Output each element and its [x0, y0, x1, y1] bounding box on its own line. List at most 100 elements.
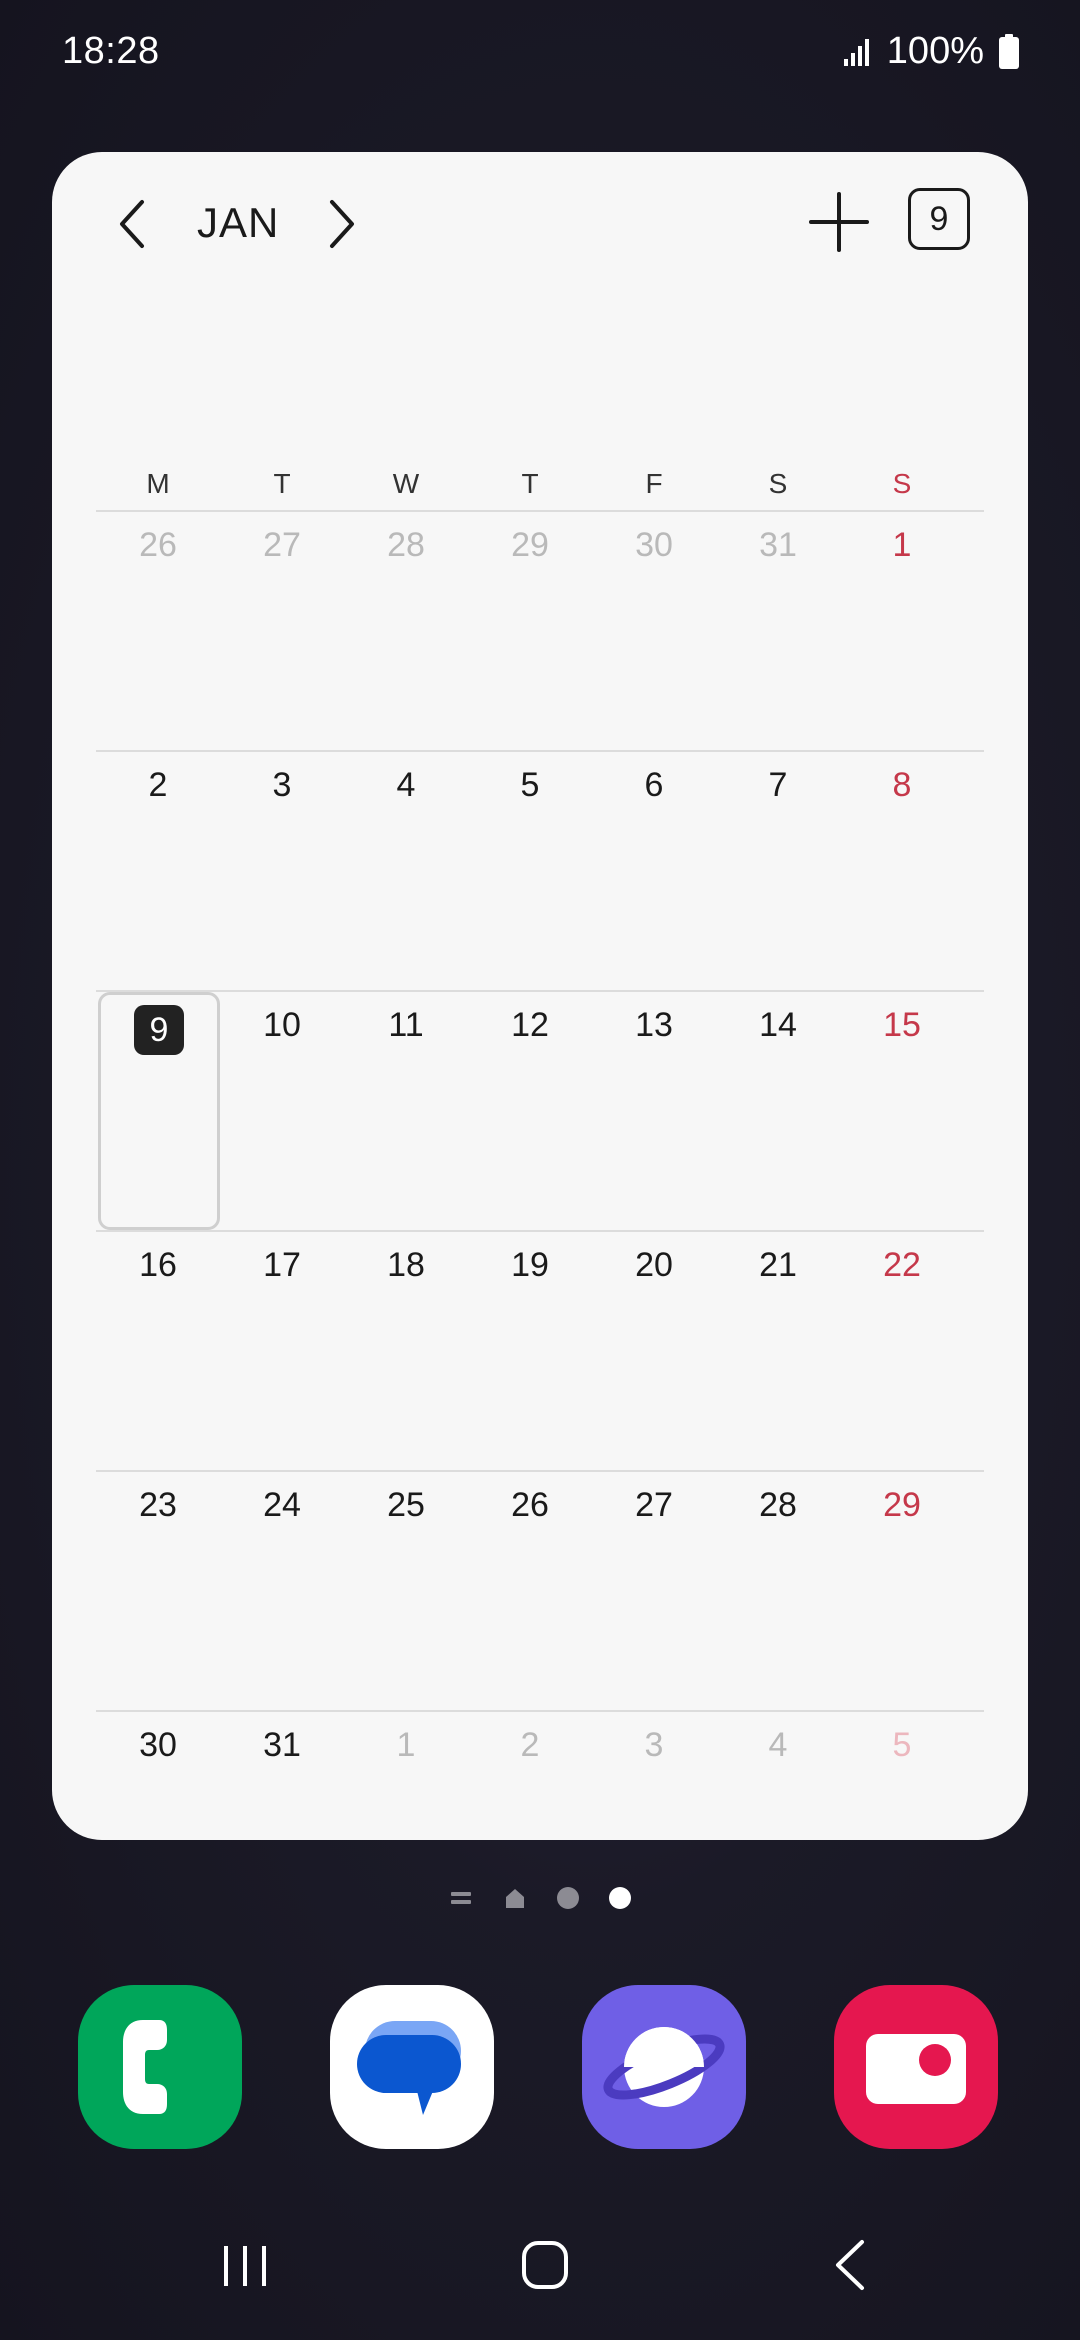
- previous-month-button[interactable]: [112, 196, 152, 252]
- day-cell[interactable]: 26: [96, 512, 220, 750]
- back-icon[interactable]: [830, 2238, 870, 2292]
- day-number: 11: [388, 1006, 424, 1044]
- day-number: 18: [387, 1246, 425, 1284]
- day-number: 27: [263, 526, 301, 564]
- weekday-label: T: [273, 468, 291, 499]
- day-number: 8: [892, 766, 912, 804]
- day-cell[interactable]: 26: [468, 1472, 592, 1710]
- week-row: 23 24 25 26 27 28 29: [96, 1470, 984, 1710]
- page-indicator[interactable]: [0, 1880, 1080, 1916]
- day-number: 4: [396, 766, 416, 804]
- day-cell[interactable]: 6: [592, 752, 716, 990]
- day-cell-today[interactable]: 9: [98, 992, 220, 1230]
- day-cell[interactable]: 28: [716, 1472, 840, 1710]
- day-cell[interactable]: 10: [220, 992, 344, 1230]
- day-number: 3: [272, 766, 292, 804]
- today-button[interactable]: 9: [908, 188, 970, 250]
- add-event-button[interactable]: [807, 190, 871, 254]
- day-number: 5: [520, 766, 540, 804]
- day-cell[interactable]: 21: [716, 1232, 840, 1470]
- day-cell[interactable]: 16: [96, 1232, 220, 1470]
- week-row: 9 10 11 12 13 14 15: [96, 990, 984, 1230]
- day-cell[interactable]: 27: [220, 512, 344, 750]
- day-number: 29: [511, 526, 549, 564]
- day-number: 10: [263, 1006, 301, 1044]
- day-number: 30: [635, 526, 673, 564]
- weekday-label: T: [521, 468, 539, 499]
- apps-list-icon: [451, 1892, 471, 1904]
- status-bar: 18:28 100%: [0, 0, 1080, 110]
- day-number: 3: [644, 1726, 664, 1764]
- day-cell[interactable]: 12: [468, 992, 592, 1230]
- day-number: 15: [883, 1006, 921, 1044]
- battery-percent: 100%: [886, 30, 984, 72]
- day-cell[interactable]: 27: [592, 1472, 716, 1710]
- day-cell[interactable]: 13: [592, 992, 716, 1230]
- day-number: 29: [883, 1486, 921, 1524]
- day-number: 27: [635, 1486, 673, 1524]
- calendar-header: JAN 9: [52, 152, 1028, 292]
- battery-icon: [999, 33, 1019, 69]
- weekday-label: F: [645, 468, 663, 499]
- day-number: 28: [759, 1486, 797, 1524]
- calendar-widget[interactable]: JAN 9 MTWTFSS 26 27 28 29 30 31 1 2 3 4 5 6 7 8 9 10 11 1…: [52, 152, 1028, 1840]
- day-cell[interactable]: 18: [344, 1232, 468, 1470]
- messages-app[interactable]: [330, 1985, 494, 2149]
- day-cell[interactable]: 23: [96, 1472, 220, 1710]
- day-cell[interactable]: 14: [716, 992, 840, 1230]
- day-number: 22: [883, 1246, 921, 1284]
- home-icon[interactable]: [520, 2238, 570, 2292]
- day-number: 2: [148, 766, 168, 804]
- day-cell[interactable]: 1: [840, 512, 964, 750]
- recent-apps-icon[interactable]: [220, 2240, 270, 2290]
- day-cell[interactable]: 17: [220, 1232, 344, 1470]
- day-cell[interactable]: 7: [716, 752, 840, 990]
- day-cell[interactable]: 4: [344, 752, 468, 990]
- day-cell[interactable]: 31: [716, 512, 840, 750]
- day-number: 14: [759, 1006, 797, 1044]
- day-number: 6: [644, 766, 664, 804]
- day-number: 1: [892, 526, 912, 564]
- phone-app[interactable]: [78, 1985, 242, 2149]
- home-page-icon: [506, 1889, 524, 1908]
- day-cell[interactable]: 19: [468, 1232, 592, 1470]
- day-cell[interactable]: 29: [840, 1472, 964, 1710]
- day-cell[interactable]: 8: [840, 752, 964, 990]
- week-row: 16 17 18 19 20 21 22: [96, 1230, 984, 1470]
- day-cell[interactable]: 5: [468, 752, 592, 990]
- weekday-label: S: [892, 468, 912, 499]
- month-grid: 26 27 28 29 30 31 1 2 3 4 5 6 7 8 9 10 11 12 13 14 15 16 17 18 1…: [96, 510, 984, 1950]
- day-number: 20: [635, 1246, 673, 1284]
- day-cell[interactable]: 29: [468, 512, 592, 750]
- camera-app[interactable]: [834, 1985, 998, 2149]
- weekday-header: MTWTFSS: [96, 457, 984, 511]
- phone-icon: [123, 2020, 167, 2114]
- day-cell[interactable]: 11: [344, 992, 468, 1230]
- day-cell[interactable]: 25: [344, 1472, 468, 1710]
- page-dot-active: [609, 1887, 631, 1909]
- day-number: 4: [768, 1726, 788, 1764]
- day-cell[interactable]: 3: [220, 752, 344, 990]
- day-number: 21: [759, 1246, 797, 1284]
- app-dock: [0, 1985, 1080, 2155]
- day-number: 31: [759, 526, 797, 564]
- internet-app[interactable]: [582, 1985, 746, 2149]
- day-number: 2: [520, 1726, 540, 1764]
- day-cell[interactable]: 22: [840, 1232, 964, 1470]
- day-cell[interactable]: 28: [344, 512, 468, 750]
- weekday-label: W: [392, 468, 420, 499]
- day-cell[interactable]: 20: [592, 1232, 716, 1470]
- week-row: 26 27 28 29 30 31 1: [96, 510, 984, 750]
- day-cell[interactable]: 30: [592, 512, 716, 750]
- day-cell[interactable]: 24: [220, 1472, 344, 1710]
- day-cell[interactable]: 15: [840, 992, 964, 1230]
- home-screen: 18:28 100% JAN 9 M T W T F S S 26 27 28 …: [0, 0, 1080, 2340]
- day-number: 16: [139, 1246, 177, 1284]
- signal-icon: [843, 38, 869, 66]
- month-label: JAN: [197, 199, 280, 246]
- page-dot: [557, 1887, 579, 1909]
- internet-icon: [603, 2027, 725, 2107]
- day-cell[interactable]: 2: [96, 752, 220, 990]
- status-time: 18:28: [62, 30, 160, 72]
- next-month-button[interactable]: [322, 196, 362, 252]
